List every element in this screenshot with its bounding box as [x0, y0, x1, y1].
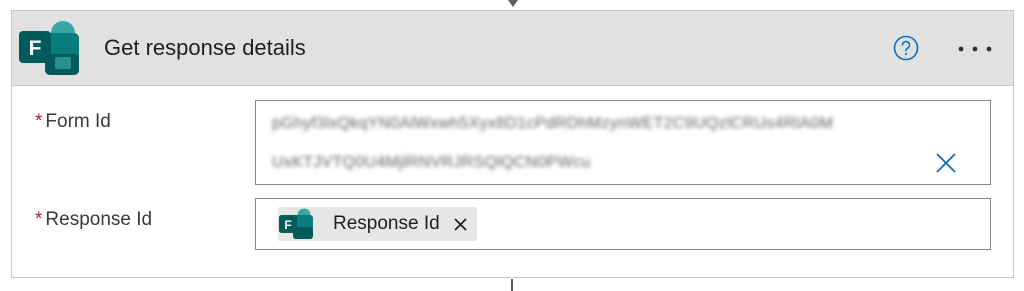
form-id-label-text: Form Id — [45, 111, 111, 132]
flow-connector-arrow-icon — [508, 0, 518, 7]
token-label: Response Id — [333, 213, 440, 234]
action-card-header[interactable]: F Get response details — [12, 11, 1013, 86]
action-card: F Get response details * Form Id pGhyf3lx… — [11, 10, 1014, 278]
form-id-label: * Form Id — [35, 111, 111, 133]
flow-connector-line — [511, 279, 513, 291]
form-id-input[interactable]: pGhyf3lxQkqYN0AlWxwh5Xyx8D1cPdRDhMzynWET… — [255, 100, 991, 185]
question-circle-icon[interactable] — [893, 35, 919, 61]
svg-text:F: F — [284, 218, 291, 232]
microsoft-forms-icon: F — [19, 21, 79, 75]
svg-text:F: F — [29, 37, 42, 60]
response-id-label-text: Response Id — [45, 209, 153, 230]
dynamic-content-token[interactable]: F Response Id — [278, 207, 477, 241]
response-id-input[interactable]: F Response Id — [255, 198, 991, 250]
response-id-label: * Response Id — [35, 209, 152, 231]
close-icon[interactable] — [934, 151, 958, 175]
form-id-value-line-2: UxKTJVTQ0U4MjlRNVRJRSQlQCN0PWcu — [272, 154, 591, 171]
microsoft-forms-icon: F — [279, 208, 313, 239]
ellipsis-icon[interactable] — [957, 45, 993, 53]
close-icon[interactable] — [453, 217, 468, 232]
required-marker: * — [35, 111, 43, 132]
form-id-value-line-1: pGhyf3lxQkqYN0AlWxwh5Xyx8D1cPdRDhMzynWET… — [272, 115, 834, 132]
action-title: Get response details — [104, 35, 306, 60]
required-marker: * — [35, 209, 43, 230]
